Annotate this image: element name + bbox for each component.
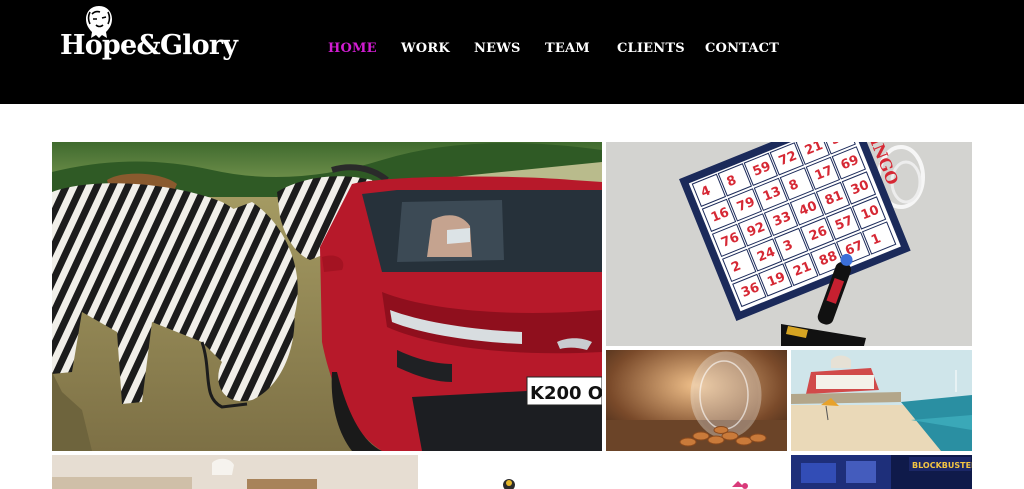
brand-name: Hope&Glory: [60, 30, 238, 61]
license-plate-text: K200 O: [530, 383, 602, 404]
nav-item-work[interactable]: WORK: [401, 41, 450, 56]
nav-item-clients[interactable]: CLIENTS: [617, 41, 685, 56]
portfolio-tile-party[interactable]: [422, 455, 787, 489]
bingo-illustration: 4859722155167913817697692334081302243265…: [606, 142, 972, 346]
site-header: Hope&Glory HOME WORK NEWS TEAM CLIENTS C…: [0, 0, 1024, 104]
portfolio-tile-kitchen[interactable]: [52, 455, 418, 489]
site-logo[interactable]: Hope&Glory: [60, 4, 255, 70]
portfolio-tile-beach[interactable]: [791, 350, 972, 451]
portfolio-tile-bingo[interactable]: 4859722155167913817697692334081302243265…: [606, 142, 972, 346]
portfolio-tile-coin-jar[interactable]: [606, 350, 787, 451]
nav-item-news[interactable]: NEWS: [474, 41, 521, 56]
nav-item-home[interactable]: HOME: [328, 41, 377, 56]
nav-item-team[interactable]: TEAM: [545, 41, 590, 56]
portfolio-tile-blockbuster[interactable]: BLOCKBUSTER: [791, 455, 972, 489]
portfolio-tile-zebras-car[interactable]: K200 O: [52, 142, 602, 451]
blockbuster-sign: BLOCKBUSTER: [912, 461, 972, 470]
nav-item-contact[interactable]: CONTACT: [705, 41, 779, 56]
